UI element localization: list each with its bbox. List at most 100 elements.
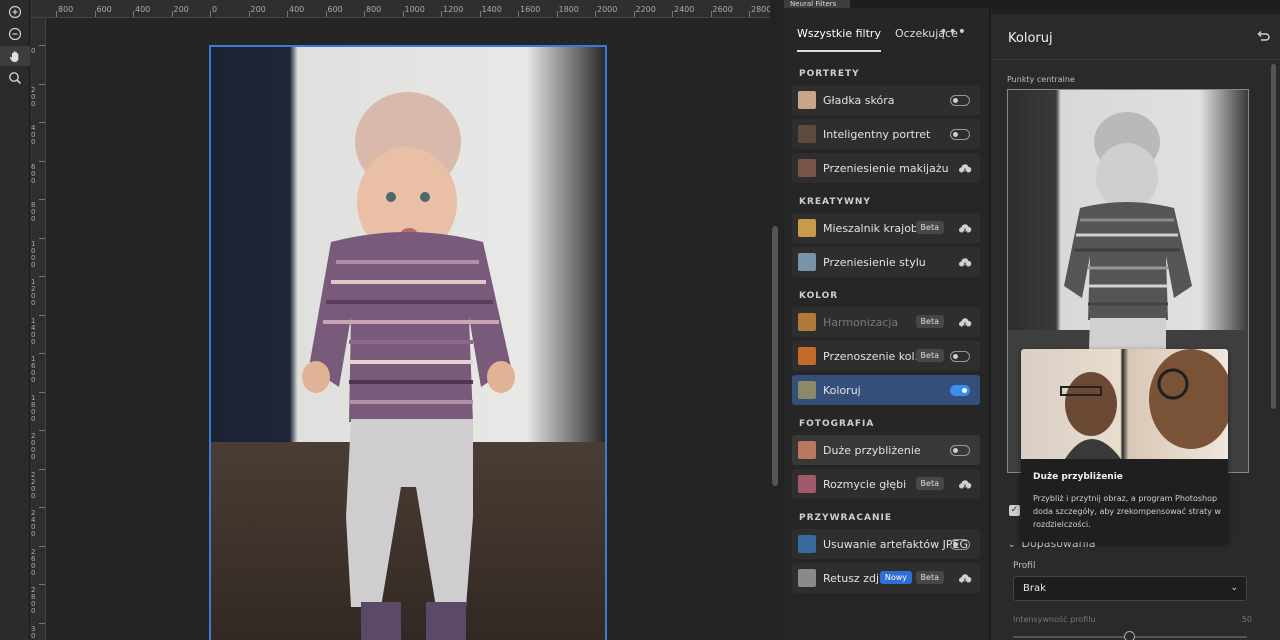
child-figure [302, 92, 515, 640]
filter-thumbnail [798, 313, 816, 331]
ruler-tick-mark [39, 199, 45, 200]
ruler-tick-label: 2200 [635, 5, 656, 14]
ruler-tick-mark [441, 11, 442, 17]
filter-item[interactable]: Przenoszenie kol... Beta [792, 341, 980, 371]
ruler-tick-mark [325, 11, 327, 17]
vertical-ruler: 0 200 400 600 800 1000 1200 1400 1600 1800 2000 220… [30, 18, 46, 640]
ruler-tick-mark [39, 391, 45, 393]
ruler-tick-mark [402, 11, 404, 17]
intensity-slider-handle[interactable] [1124, 631, 1135, 640]
filter-item[interactable]: Rozmycie głębi Beta [792, 469, 980, 499]
ruler-tick-mark [39, 160, 45, 162]
ruler-tick-mark [39, 314, 45, 316]
filter-label: Przeniesienie stylu [823, 255, 926, 269]
option-checkbox[interactable]: ✓ [1009, 505, 1020, 516]
zoom-in-icon [8, 5, 22, 19]
ruler-tick-label: 2800 [751, 5, 770, 14]
canvas-vertical-scrollbar[interactable] [772, 226, 778, 486]
ruler-tick-mark [287, 11, 288, 17]
filter-item[interactable]: Inteligentny portret [792, 119, 980, 149]
tooltip-title: Duże przybliżenie [1033, 472, 1123, 482]
filter-toggle[interactable] [950, 385, 970, 396]
ruler-tick-mark [39, 83, 45, 85]
preview-label: Punkty centralne [1007, 75, 1075, 84]
section-label: KOLOR [799, 291, 839, 301]
ruler-tick-mark [595, 11, 596, 17]
filter-toggle[interactable] [950, 539, 970, 550]
zoom-in-tool[interactable] [0, 2, 30, 22]
section-label: PRZYWRACANIE [799, 513, 892, 523]
ruler-tick-mark [39, 545, 45, 547]
filter-item[interactable]: Koloruj [792, 375, 980, 405]
cloud-download-icon[interactable] [958, 161, 972, 175]
filter-toggle[interactable] [950, 445, 970, 456]
ruler-tick-label: 1000 [31, 239, 36, 269]
ruler-tick-label: 0 [31, 47, 36, 55]
ruler-tick-label: 2800 [31, 586, 36, 615]
cloud-download-icon[interactable] [958, 315, 972, 329]
intensity-slider[interactable] [1013, 631, 1247, 640]
cloud-download-icon[interactable] [958, 255, 972, 269]
filter-item[interactable]: Gładka skóra [792, 85, 980, 115]
more-options-icon[interactable]: ••• [939, 24, 967, 40]
filter-label: Przenoszenie kol... [823, 349, 926, 363]
ruler-tick-label: 800 [31, 201, 36, 223]
filter-thumbnail [798, 381, 816, 399]
ruler-tick-mark [39, 430, 45, 431]
filter-label: Duże przybliżenie [823, 443, 921, 457]
filter-item[interactable]: Przeniesienie stylu [792, 247, 980, 277]
filter-label: Przeniesienie makijażu [823, 161, 949, 175]
filter-settings-panel: Koloruj Punkty centralne ✓ ⌄ Dopasowania… [991, 14, 1280, 640]
ruler-tick-label: 800 [58, 5, 74, 14]
filter-item[interactable]: Duże przybliżenie [792, 435, 980, 465]
filter-toggle[interactable] [950, 95, 970, 106]
ruler-tick-label: 2000 [597, 5, 618, 14]
ruler-tick-mark [710, 11, 712, 17]
neural-filters-tab[interactable]: Neural Filters [784, 0, 850, 8]
filter-toggle[interactable] [950, 129, 970, 140]
filter-thumbnail [798, 347, 816, 365]
ruler-tick-label: 200 [31, 85, 36, 108]
zoom-tool[interactable] [0, 68, 30, 88]
ruler-tick-label: 3000 [31, 624, 36, 640]
document-image[interactable] [209, 45, 607, 640]
ruler-tick-mark [479, 11, 481, 17]
settings-scrollbar[interactable] [1271, 64, 1276, 409]
ruler-tick-mark [248, 11, 250, 17]
ruler-tick-mark [39, 45, 45, 46]
beta-badge: Beta [915, 315, 944, 328]
beta-badge: Beta [915, 477, 944, 490]
ruler-tick-mark [672, 11, 673, 17]
cloud-download-icon[interactable] [958, 477, 972, 491]
filter-item[interactable]: Retusz zdj... Nowy Beta [792, 563, 980, 593]
ruler-tick-mark [171, 11, 173, 17]
ruler-tick-mark [39, 353, 45, 354]
ruler-tick-label: 1800 [31, 393, 36, 423]
tab-all-filters[interactable]: Wszystkie filtry [797, 27, 881, 52]
hand-tool[interactable] [0, 46, 30, 66]
filter-item[interactable]: Przeniesienie makijażu [792, 153, 980, 183]
cloud-download-icon[interactable] [958, 221, 972, 235]
profile-select[interactable]: Brak ⌄ [1013, 576, 1247, 601]
intensity-value: 50 [1241, 615, 1252, 624]
photoshop-window: 800 600 400 200 0 200 400 600 800 1000 1200 1400 160… [0, 0, 1280, 640]
canvas-area[interactable]: 800 600 400 200 0 200 400 600 800 1000 1200 1400 160… [30, 0, 784, 640]
profile-value: Brak [1023, 583, 1046, 594]
ruler-tick-mark [39, 237, 45, 239]
filter-toggle[interactable] [950, 351, 970, 362]
filter-label: Gładka skóra [823, 93, 895, 107]
filter-item[interactable]: Usuwanie artefaktów JPEG [792, 529, 980, 559]
zoom-out-tool[interactable] [0, 24, 30, 44]
ruler-tick-mark [39, 276, 45, 277]
filter-thumbnail [798, 475, 816, 493]
filter-item[interactable]: Harmonizacja Beta [792, 307, 980, 337]
ruler-tick-label: 2400 [31, 509, 36, 538]
filter-tooltip: Duże przybliżenie Przybliż i przytnij ob… [1021, 349, 1228, 542]
ruler-tick-label: 400 [289, 5, 305, 14]
filter-item[interactable]: Mieszalnik krajob... Beta [792, 213, 980, 243]
ruler-tick-label: 2600 [31, 547, 36, 577]
chevron-down-icon: ⌄ [1008, 540, 1016, 550]
reset-icon[interactable] [1256, 30, 1270, 44]
profile-label: Profil [1013, 561, 1036, 571]
cloud-download-icon[interactable] [958, 571, 972, 585]
